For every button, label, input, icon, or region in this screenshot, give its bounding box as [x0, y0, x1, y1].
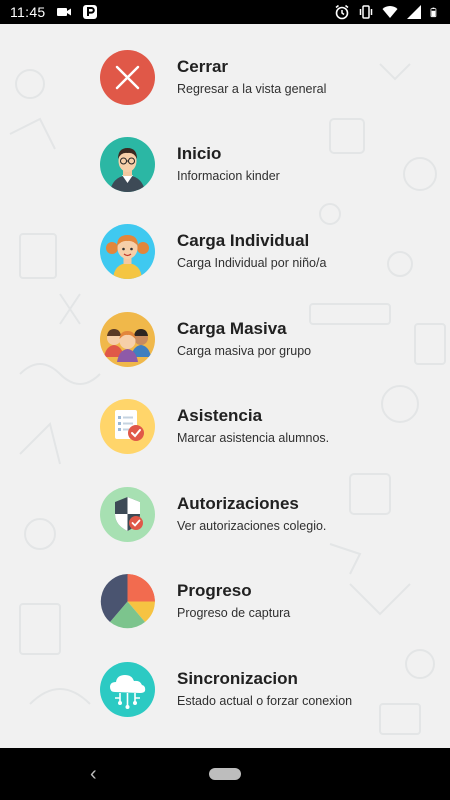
home-pill-button[interactable] — [209, 768, 241, 780]
cloud-sync-icon — [100, 661, 155, 717]
parking-p-icon — [82, 5, 97, 19]
checklist-icon — [100, 398, 155, 454]
system-navigation-bar: ‹ — [0, 748, 450, 800]
menu-item-asistencia[interactable]: Asistencia Marcar asistencia alumnos. — [100, 398, 430, 454]
menu-item-subtitle: Carga Individual por niño/a — [177, 256, 327, 270]
vibrate-icon — [359, 5, 373, 19]
menu-item-subtitle: Estado actual o forzar conexion — [177, 694, 353, 708]
menu-item-subtitle: Marcar asistencia alumnos. — [177, 431, 330, 445]
status-bar: 11:45 — [0, 0, 450, 24]
group-kids-icon — [100, 311, 155, 367]
alarm-icon — [335, 4, 349, 20]
menu-item-title: Inicio — [177, 144, 222, 163]
menu-item-subtitle: Informacion kinder — [177, 169, 280, 183]
menu-item-cerrar[interactable]: Cerrar Regresar a la vista general — [100, 49, 430, 105]
battery-icon — [430, 7, 437, 18]
menu-item-title: Asistencia — [177, 406, 263, 425]
pie-chart-icon — [100, 573, 155, 629]
menu-item-subtitle: Ver autorizaciones colegio. — [177, 519, 327, 533]
menu-item-autorizaciones[interactable]: Autorizaciones Ver autorizaciones colegi… — [100, 486, 430, 542]
menu-screen: Cerrar Regresar a la vista general Inici… — [0, 24, 450, 748]
menu-item-carga-masiva[interactable]: Carga Masiva Carga masiva por grupo — [100, 311, 430, 367]
close-x-icon — [100, 49, 155, 105]
menu-item-title: Cerrar — [177, 57, 229, 76]
menu-item-title: Carga Individual — [177, 231, 310, 250]
signal-icon — [407, 5, 421, 19]
menu-item-inicio[interactable]: Inicio Informacion kinder — [100, 136, 430, 192]
menu-item-subtitle: Progreso de captura — [177, 606, 291, 620]
background-doodle-pattern — [9, 63, 446, 735]
menu-item-title: Carga Masiva — [177, 319, 287, 338]
menu-item-subtitle: Carga masiva por grupo — [177, 344, 312, 358]
menu-item-progreso[interactable]: Progreso Progreso de captura — [100, 573, 430, 629]
back-button[interactable]: ‹ — [90, 764, 104, 784]
menu-item-subtitle: Regresar a la vista general — [177, 82, 327, 96]
girl-avatar-icon — [100, 223, 155, 279]
teacher-avatar-icon — [100, 136, 155, 192]
menu-item-title: Autorizaciones — [177, 494, 299, 513]
menu-item-carga-individual[interactable]: Carga Individual Carga Individual por ni… — [100, 223, 430, 279]
menu-item-sincronizacion[interactable]: Sincronizacion Estado actual o forzar co… — [100, 661, 430, 717]
menu-item-title: Progreso — [177, 581, 252, 600]
video-camera-icon — [56, 8, 71, 16]
shield-check-icon — [100, 486, 155, 542]
status-time: 11:45 — [10, 4, 46, 20]
wifi-icon — [382, 6, 398, 18]
menu-item-title: Sincronizacion — [177, 669, 298, 688]
